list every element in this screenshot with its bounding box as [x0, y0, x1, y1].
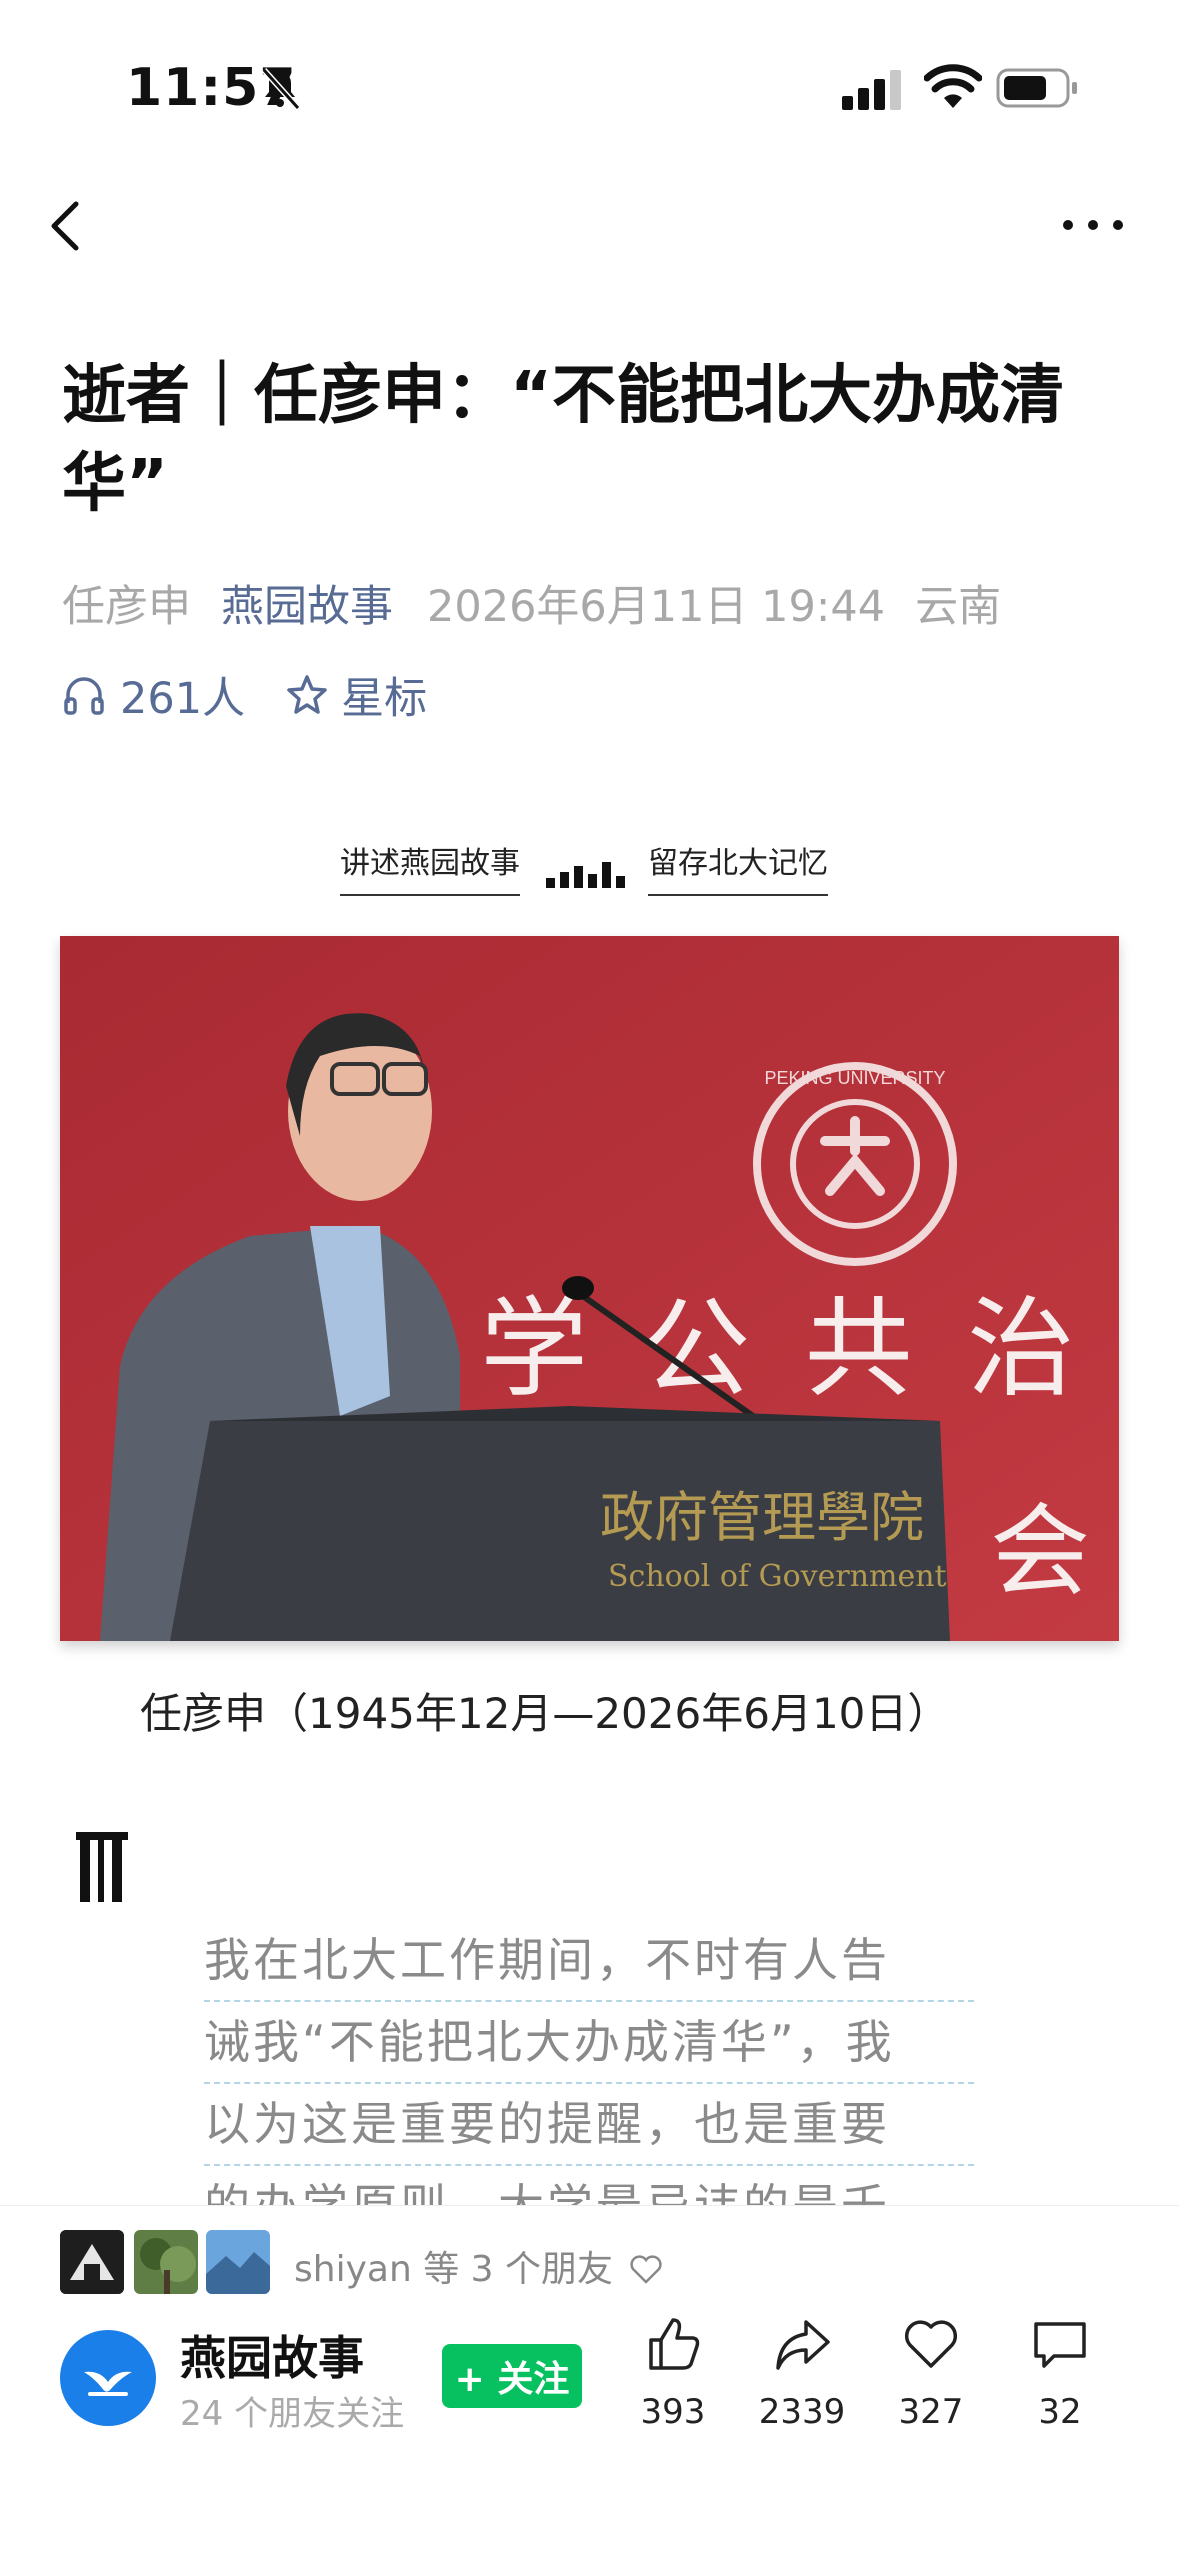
favorite-count: 327	[898, 2392, 964, 2432]
thumbs-up-icon	[649, 2318, 700, 2370]
author-name: 任彦申	[62, 582, 191, 632]
quote-line: 的办学原则，大学最忌讳的是千	[204, 2166, 974, 2205]
friend-avatar[interactable]	[60, 2230, 124, 2294]
quote-line: 我在北大工作期间，不时有人告	[204, 1920, 974, 2002]
cellular-signal-icon	[842, 70, 901, 110]
friends-liked-text[interactable]: shiyan 等 3 个朋友	[294, 2240, 664, 2292]
article-meta: 任彦申 燕园故事 2026年6月11日 19:44 云南	[62, 572, 1001, 634]
share-button[interactable]: 2339	[747, 2314, 857, 2432]
publish-location: 云南	[915, 582, 1002, 632]
svg-text:PEKING UNIVERSITY: PEKING UNIVERSITY	[764, 1068, 945, 1088]
podium: 政府管理學院 School of Government	[170, 1406, 950, 1641]
speaker-photo-illustration: PEKING UNIVERSITY 学 公 共 治 理 会 政府管理學院 Sch…	[60, 936, 1119, 1641]
article-photo[interactable]: PEKING UNIVERSITY 学 公 共 治 理 会 政府管理學院 Sch…	[60, 936, 1119, 1641]
photo-caption: 任彦申（1945年12月—2026年6月10日）	[140, 1689, 950, 1738]
svg-text:政府管理學院: 政府管理學院	[600, 1486, 924, 1549]
bell-muted-icon	[261, 67, 301, 110]
friend-avatar[interactable]	[206, 2230, 270, 2294]
comment-count: 32	[1038, 2392, 1082, 2432]
heart-icon	[904, 2320, 958, 2368]
account-link[interactable]: 燕园故事	[221, 582, 393, 632]
back-icon[interactable]	[40, 196, 92, 256]
account-avatar[interactable]	[60, 2330, 156, 2426]
listen-row: 261人 星标	[62, 664, 427, 726]
svg-text:School of Government: School of Government	[608, 1559, 947, 1594]
friend-avatar[interactable]	[134, 2230, 198, 2294]
account-name[interactable]: 燕园故事	[180, 2322, 364, 2388]
headphones-icon[interactable]	[62, 673, 106, 717]
star-label: 星标	[341, 674, 428, 724]
quote-text: 我在北大工作期间，不时有人告 诫我“不能把北大办成清华”，我 以为这是重要的提醒…	[204, 1920, 974, 2205]
quote-line: 以为这是重要的提醒，也是重要	[204, 2084, 974, 2166]
share-arrow-icon	[776, 2320, 830, 2370]
listener-count[interactable]: 261人	[120, 664, 245, 726]
quote-mark-icon	[76, 1832, 128, 1902]
comment-icon	[1034, 2322, 1086, 2368]
swallow-logo-icon	[84, 2371, 132, 2396]
friends-liked-label: shiyan 等 3 个朋友	[294, 2249, 613, 2290]
quote-line: 诫我“不能把北大办成清华”，我	[204, 2002, 974, 2084]
like-button[interactable]: 393	[618, 2314, 728, 2432]
comment-button[interactable]: 32	[1005, 2314, 1115, 2432]
star-icon	[287, 675, 327, 714]
publish-datetime: 2026年6月11日 19:44	[427, 582, 886, 632]
follow-button[interactable]: + 关注	[442, 2344, 582, 2408]
more-icon[interactable]	[1058, 210, 1128, 240]
heart-small-icon	[630, 2255, 663, 2284]
sound-bars-icon	[546, 862, 625, 888]
star-button[interactable]: 星标	[285, 664, 427, 726]
favorite-button[interactable]: 327	[876, 2314, 986, 2432]
share-count: 2339	[758, 2392, 846, 2432]
banner-left-text: 讲述燕园故事	[340, 838, 520, 896]
wifi-icon	[924, 64, 982, 108]
article-title: 逝者｜任彦申：“不能把北大办成清华”	[62, 359, 1065, 521]
like-count: 393	[640, 2392, 706, 2432]
svg-text:会: 会	[990, 1493, 1090, 1610]
battery-icon	[996, 68, 1077, 108]
account-followers: 24 个朋友关注	[180, 2394, 405, 2434]
banner-right-text: 留存北大记忆	[648, 838, 828, 896]
svg-text:学 公 共 治 理: 学 公 共 治 理	[480, 1287, 1119, 1412]
